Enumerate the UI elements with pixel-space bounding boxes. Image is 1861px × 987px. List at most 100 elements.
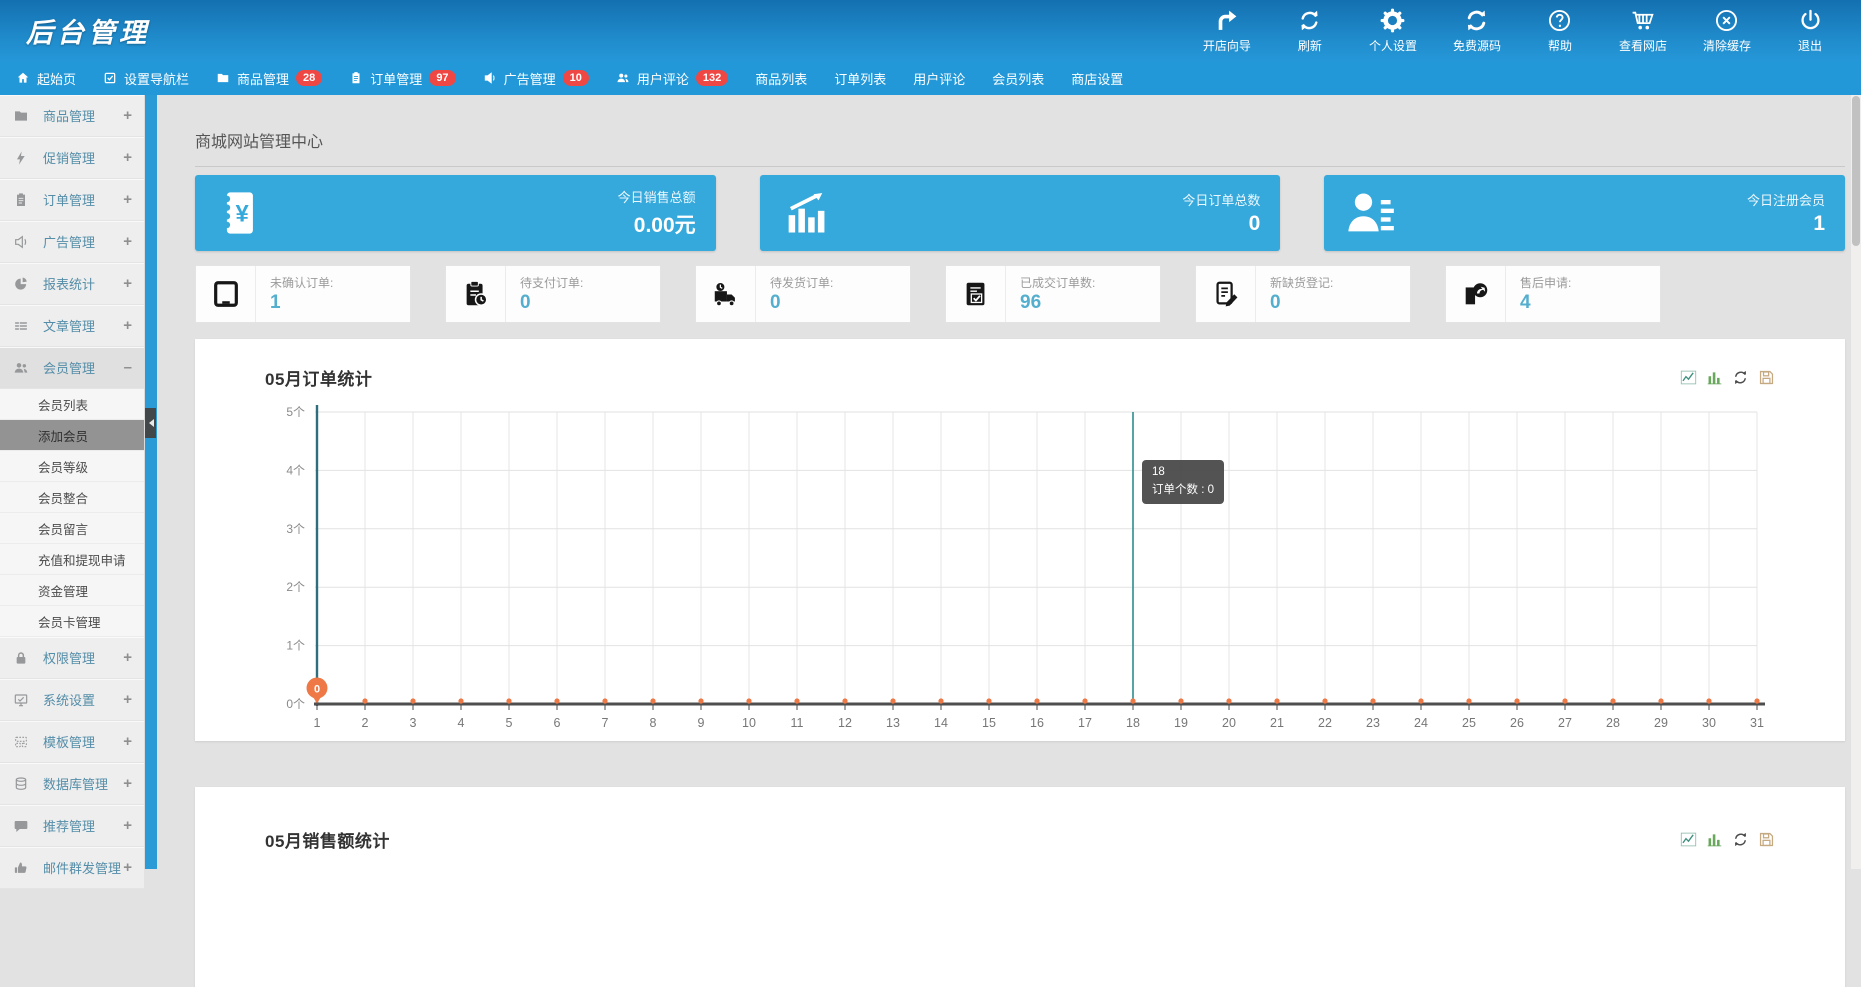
- sidebar-item-system-settings[interactable]: 系统设置 +: [0, 679, 144, 721]
- svg-text:6: 6: [554, 716, 561, 730]
- panel-head: 05月销售额统计: [265, 827, 1775, 852]
- checkbox-icon: [103, 71, 117, 85]
- stat-out-of-stock[interactable]: 新缺货登记: 0: [1195, 265, 1411, 323]
- nav-item-order-list[interactable]: 订单列表: [834, 69, 886, 88]
- chart-toolbar: [1680, 831, 1775, 848]
- refresh-chart-icon[interactable]: [1732, 369, 1749, 386]
- sidebar-subitem-add-member[interactable]: 添加会员: [0, 420, 144, 451]
- sidebar-item-reports[interactable]: 报表统计 +: [0, 263, 144, 305]
- nav-item-goods[interactable]: 商品管理 28: [216, 69, 323, 88]
- stat-text: 已成交订单数: 96: [1020, 276, 1096, 313]
- summary-cards-row: ¥ 今日销售总额 0.00元 今日订单总数 0 今日注册会员 1: [195, 175, 1846, 251]
- pie-chart-icon: [11, 276, 31, 292]
- page-scrollbar[interactable]: [1851, 95, 1861, 869]
- expand-plus-icon: +: [123, 149, 132, 166]
- svg-text:8: 8: [650, 716, 657, 730]
- ads-badge: 10: [562, 69, 589, 87]
- sidebar-item-database[interactable]: 数据库管理 +: [0, 763, 144, 805]
- sidebar-item-orders[interactable]: 订单管理 +: [0, 179, 144, 221]
- personal-settings-button[interactable]: 个人设置: [1369, 7, 1417, 54]
- open-shop-wizard-button[interactable]: 开店向导: [1203, 7, 1251, 54]
- nav-item-user-comments[interactable]: 用户评论 132: [616, 69, 729, 88]
- stat-unconfirmed-orders[interactable]: 未确认订单: 1: [195, 265, 411, 323]
- refresh-chart-icon[interactable]: [1732, 831, 1749, 848]
- nav-item-user-comments-2[interactable]: 用户评论: [913, 69, 965, 88]
- database-icon: [11, 776, 31, 792]
- folder-icon: [11, 108, 31, 124]
- list-icon: [11, 318, 31, 334]
- sidebar-item-articles[interactable]: 文章管理 +: [0, 305, 144, 347]
- sidebar-item-promotion[interactable]: 促销管理 +: [0, 137, 144, 179]
- sidebar-item-permissions[interactable]: 权限管理 +: [0, 637, 144, 679]
- stat-completed-orders[interactable]: 已成交订单数: 96: [945, 265, 1161, 323]
- clear-cache-button[interactable]: 清除缓存: [1703, 7, 1751, 54]
- sidebar-subitem-recharge-withdraw[interactable]: 充值和提现申请: [0, 544, 144, 575]
- cart-icon: [1630, 7, 1655, 33]
- expand-plus-icon: +: [123, 649, 132, 666]
- nav-item-goods-list[interactable]: 商品列表: [755, 69, 807, 88]
- sync-icon: [1464, 7, 1489, 33]
- card-today-sales[interactable]: ¥ 今日销售总额 0.00元: [195, 175, 716, 251]
- sidebar-item-mailing[interactable]: 邮件群发管理 +: [0, 847, 144, 889]
- stat-after-sales[interactable]: 售后申请: 4: [1445, 265, 1661, 323]
- users-icon: [11, 360, 31, 376]
- svg-text:31: 31: [1750, 716, 1764, 730]
- svg-text:15: 15: [982, 716, 996, 730]
- svg-text:30: 30: [1702, 716, 1716, 730]
- nav-item-orders[interactable]: 订单管理 97: [349, 69, 456, 88]
- svg-text:16: 16: [1030, 716, 1044, 730]
- nav-item-ads[interactable]: 广告管理 10: [483, 69, 589, 88]
- template-icon: [11, 734, 31, 750]
- svg-text:17: 17: [1078, 716, 1092, 730]
- sidebar-subitem-member-level[interactable]: 会员等级: [0, 451, 144, 482]
- logout-button[interactable]: 退出: [1787, 7, 1833, 54]
- sidebar-item-recommend[interactable]: 推荐管理 +: [0, 805, 144, 847]
- card-today-members[interactable]: 今日注册会员 1: [1324, 175, 1846, 251]
- nav-item-shop-settings[interactable]: 商店设置: [1071, 69, 1123, 88]
- sidebar-item-goods[interactable]: 商品管理 +: [0, 95, 144, 137]
- svg-text:18: 18: [1126, 716, 1140, 730]
- sidebar-item-ads[interactable]: 广告管理 +: [0, 221, 144, 263]
- stat-pending-shipment[interactable]: 待发货订单: 0: [695, 265, 911, 323]
- order-chart[interactable]: 0个 1个 2个 3个 4个 5个 1 2 3 4 5 6 7 8 9 10 11 12 13 14 15 16 17 18 1…: [265, 398, 1775, 738]
- money-icon: ¥: [215, 187, 267, 239]
- page-title-bar: 商城网站管理中心: [195, 95, 1845, 167]
- save-chart-icon[interactable]: [1758, 831, 1775, 848]
- sidebar-subitem-member-messages[interactable]: 会员留言: [0, 513, 144, 544]
- refresh-button[interactable]: 刷新: [1287, 7, 1333, 54]
- view-shop-button[interactable]: 查看网店: [1619, 7, 1667, 54]
- stat-text: 待发货订单: 0: [770, 276, 834, 313]
- svg-text:4个: 4个: [286, 463, 305, 477]
- svg-text:3: 3: [410, 716, 417, 730]
- nav-item-setup-navbar[interactable]: 设置导航栏: [103, 69, 189, 88]
- sidebar-subitem-member-list[interactable]: 会员列表: [0, 389, 144, 420]
- bar-chart-icon[interactable]: [1706, 369, 1723, 386]
- svg-text:1: 1: [314, 716, 321, 730]
- card-today-orders[interactable]: 今日订单总数 0: [759, 175, 1281, 251]
- help-button[interactable]: 帮助: [1537, 7, 1583, 54]
- nav-item-member-list[interactable]: 会员列表: [992, 69, 1044, 88]
- sidebar-collapse-handle[interactable]: [145, 408, 156, 438]
- svg-text:7: 7: [602, 716, 609, 730]
- header-actions: 开店向导 刷新 个人设置 免费源码 帮助 查看网店 清除缓存 退出: [1203, 7, 1833, 54]
- sidebar-item-templates[interactable]: 模板管理 +: [0, 721, 144, 763]
- clipboard-icon: [11, 192, 31, 208]
- x-circle-icon: [1714, 7, 1739, 33]
- nav-item-home[interactable]: 起始页: [16, 69, 76, 88]
- svg-text:10: 10: [742, 716, 756, 730]
- expand-plus-icon: +: [123, 233, 132, 250]
- sidebar-subitem-member-cards[interactable]: 会员卡管理: [0, 606, 144, 637]
- sidebar-item-members[interactable]: 会员管理 –: [0, 347, 144, 389]
- order-stats-panel: 05月订单统计 0个 1个 2个 3个 4个 5个 1 2 3 4 5 6 7 8 9 10 11 12 13 14 1…: [195, 339, 1845, 741]
- stat-pending-payment[interactable]: 待支付订单: 0: [445, 265, 661, 323]
- line-chart-icon[interactable]: [1680, 831, 1697, 848]
- free-source-button[interactable]: 免费源码: [1453, 7, 1501, 54]
- save-chart-icon[interactable]: [1758, 369, 1775, 386]
- line-chart-icon[interactable]: [1680, 369, 1697, 386]
- bar-chart-icon[interactable]: [1706, 831, 1723, 848]
- top-navbar: 起始页 设置导航栏 商品管理 28 订单管理 97 广告管理 10 用户评论 1…: [0, 61, 1861, 95]
- scrollbar-thumb[interactable]: [1852, 96, 1860, 246]
- sidebar-subitem-member-integration[interactable]: 会员整合: [0, 482, 144, 513]
- megaphone-icon: [11, 234, 31, 250]
- sidebar-subitem-funds[interactable]: 资金管理: [0, 575, 144, 606]
